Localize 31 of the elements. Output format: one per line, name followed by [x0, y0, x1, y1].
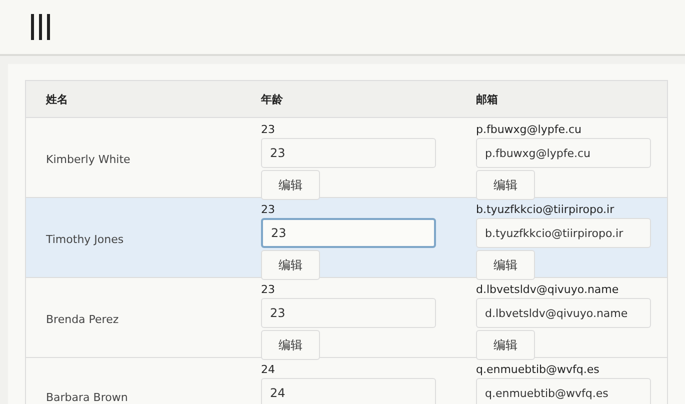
edit-button[interactable]: 编辑 — [261, 330, 320, 360]
column-header: 年龄 — [260, 92, 284, 106]
email-text: p.fbuwxg@lypfe.cu — [476, 123, 582, 137]
email-input[interactable]: d.lbvetsldv@qivuyo.name — [476, 298, 651, 328]
edit-button[interactable]: 编辑 — [261, 250, 320, 280]
email-input[interactable]: b.tyuzfkkcio@tiirpiropo.ir — [476, 218, 651, 248]
edit-button[interactable]: 编辑 — [476, 250, 535, 280]
table-row[interactable]: Timothy Jones 23 23 编辑 b.tyuzfkkcio@tiirpiropo.ir b.tyuzfkkcio@tiirpiropo.ir 编辑 — [26, 198, 667, 278]
email-text: b.tyuzfkkcio@tiirpiropo.ir — [476, 203, 614, 217]
column-header: 邮箱 — [475, 92, 499, 106]
age-input[interactable]: 23 — [261, 218, 436, 248]
age-input[interactable]: 23 — [261, 138, 436, 168]
age-text: 23 — [261, 283, 275, 297]
name-text: Timothy Jones — [46, 232, 124, 246]
age-text: 23 — [261, 123, 275, 137]
age-text: 23 — [261, 203, 275, 217]
three-bars-icon — [30, 14, 52, 40]
name-text: Brenda Perez — [46, 312, 119, 326]
email-text: q.enmuebtib@wvfq.es — [476, 363, 600, 377]
name-text: Barbara Brown — [46, 391, 128, 404]
email-input[interactable]: p.fbuwxg@lypfe.cu — [476, 138, 651, 168]
edit-button[interactable]: 编辑 — [261, 170, 320, 200]
email-input[interactable]: q.enmuebtib@wvfq.es — [476, 378, 651, 404]
name-text: Kimberly White — [46, 152, 130, 166]
column-header: 姓名 — [44, 92, 69, 106]
age-text: 24 — [261, 363, 275, 377]
email-text: d.lbvetsldv@qivuyo.name — [476, 283, 619, 297]
edit-button[interactable]: 编辑 — [476, 170, 535, 200]
age-input[interactable]: 23 — [261, 298, 436, 328]
age-input[interactable]: 24 — [261, 378, 436, 404]
edit-button[interactable]: 编辑 — [476, 330, 535, 360]
